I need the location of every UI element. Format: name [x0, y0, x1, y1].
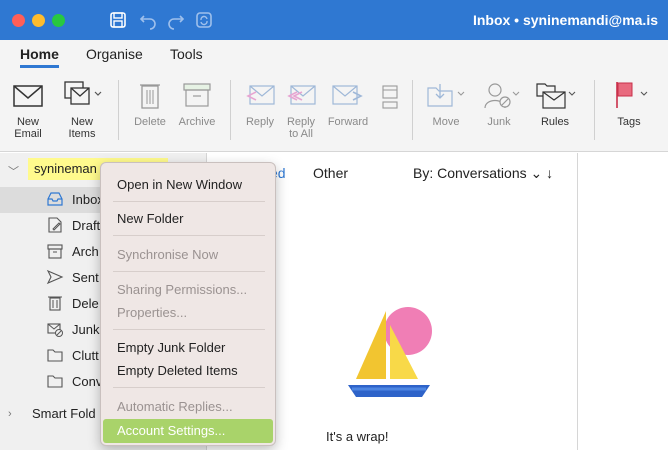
tab-organise[interactable]: Organise [86, 46, 143, 62]
rules-icon [536, 83, 576, 109]
close-window-button[interactable] [12, 14, 25, 27]
menu-item-empty-deleted-items[interactable]: Empty Deleted Items [117, 363, 238, 378]
sync-icon[interactable] [194, 10, 214, 30]
meeting-button[interactable] [376, 80, 404, 116]
forward-button[interactable]: Forward [324, 80, 372, 128]
ribbon-separator [594, 80, 595, 140]
junk-button[interactable]: Junk [474, 80, 524, 128]
calendar-icon [382, 85, 398, 109]
delete-button[interactable]: Delete [130, 80, 170, 128]
rules-button[interactable]: Rules [530, 80, 580, 128]
move-folder-icon [427, 84, 465, 107]
folder-icon [47, 375, 63, 388]
account-name: synineman [34, 161, 97, 176]
forward-icon [332, 85, 363, 105]
sort-arrow-icon[interactable]: ↓ [546, 165, 553, 181]
tab-home[interactable]: Home [20, 46, 59, 68]
tags-button[interactable]: Tags [604, 80, 654, 128]
save-icon[interactable] [108, 10, 128, 30]
new-items-icon [64, 81, 102, 105]
window-title: Inbox • syninemandi@ma.is [472, 12, 658, 28]
zoom-window-button[interactable] [52, 14, 65, 27]
menu-item-account-settings[interactable]: Account Settings... [103, 419, 273, 443]
sailboat-illustration [348, 307, 432, 397]
menu-item-new-folder[interactable]: New Folder [117, 211, 183, 226]
new-items-button[interactable]: New Items [54, 80, 110, 140]
sent-icon [46, 269, 64, 285]
junk-icon [47, 323, 63, 337]
reply-all-button[interactable]: Reply to All [282, 80, 320, 140]
chevron-right-icon[interactable]: › [8, 408, 12, 420]
chevron-down-icon[interactable]: ﹀ [8, 163, 19, 179]
tab-tools[interactable]: Tools [170, 46, 203, 62]
archive-icon [47, 244, 63, 259]
junk-icon [484, 83, 520, 109]
menu-item-sharing-permissions[interactable]: Sharing Permissions... [117, 282, 247, 297]
menu-separator [113, 201, 265, 202]
menu-separator [113, 329, 265, 330]
inbox-icon [47, 192, 63, 206]
sort-dropdown[interactable]: By: Conversations ⌄ ↓ [413, 165, 553, 182]
menu-item-empty-junk-folder[interactable]: Empty Junk Folder [117, 340, 225, 355]
menu-item-automatic-replies[interactable]: Automatic Replies... [117, 399, 233, 414]
menu-separator [113, 387, 265, 388]
ribbon-separator [230, 80, 231, 140]
undo-icon[interactable] [138, 10, 158, 30]
ribbon-separator [118, 80, 119, 140]
title-bar: Inbox • syninemandi@ma.is [0, 0, 668, 40]
minimize-window-button[interactable] [32, 14, 45, 27]
archive-button[interactable]: Archive [176, 80, 218, 128]
tab-other[interactable]: Other [313, 165, 348, 181]
archive-box-icon [183, 83, 211, 107]
folder-icon [47, 349, 63, 362]
new-email-button[interactable]: New Email [10, 80, 46, 140]
menu-item-synchronise-now[interactable]: Synchronise Now [117, 247, 218, 262]
context-menu: Open in New Window New Folder Synchronis… [100, 162, 276, 446]
draft-icon [48, 217, 62, 233]
chevron-down-icon: ⌄ [530, 165, 547, 181]
redo-icon[interactable] [166, 10, 186, 30]
reply-all-icon [287, 85, 316, 105]
ribbon-separator [412, 80, 413, 140]
reply-button[interactable]: Reply [242, 80, 278, 128]
envelope-icon [13, 85, 43, 107]
reply-icon [246, 85, 275, 105]
flag-icon [616, 82, 648, 108]
menu-separator [113, 235, 265, 236]
menu-item-properties[interactable]: Properties... [117, 305, 187, 320]
reading-pane [579, 153, 668, 450]
move-button[interactable]: Move [424, 80, 468, 128]
trash-icon [48, 296, 62, 311]
menu-separator [113, 271, 265, 272]
ribbon: Home Organise Tools New Email New Items … [0, 40, 668, 152]
trash-icon [140, 84, 160, 109]
menu-item-open-new-window[interactable]: Open in New Window [117, 177, 242, 192]
empty-state-text: It's a wrap! [326, 429, 389, 444]
